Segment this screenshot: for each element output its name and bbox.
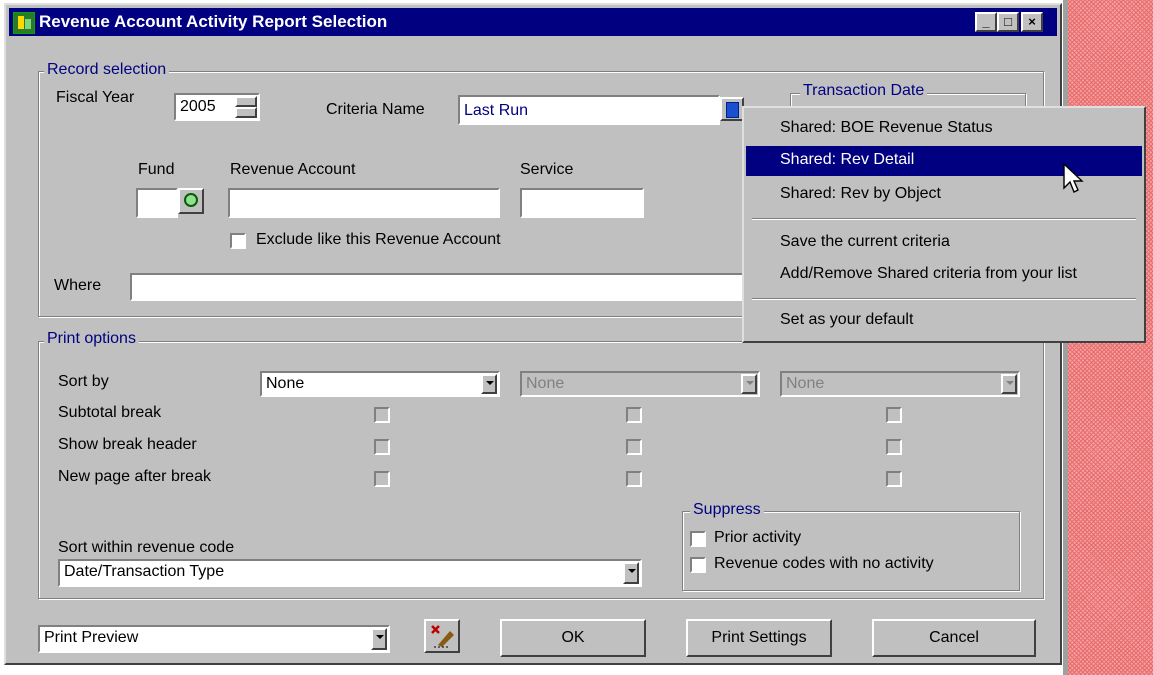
sort-by-value-3: None xyxy=(786,375,825,392)
fund-field[interactable] xyxy=(136,188,178,218)
criteria-name-field[interactable]: Last Run xyxy=(458,95,720,125)
cancel-button[interactable]: Cancel xyxy=(872,619,1036,657)
menu-item-boe-revenue-status[interactable]: Shared: BOE Revenue Status xyxy=(746,114,1142,144)
where-label: Where xyxy=(54,277,102,294)
suppress-label: Suppress xyxy=(690,501,764,519)
no-activity-checkbox[interactable] xyxy=(690,557,706,573)
criteria-menu: Shared: BOE Revenue Status Shared: Rev D… xyxy=(742,106,1146,343)
suppress-group xyxy=(682,511,1020,591)
spin-down-icon[interactable] xyxy=(235,107,257,118)
new-page-after-break-checkbox-2 xyxy=(626,471,642,487)
maximize-button[interactable]: □ xyxy=(997,12,1019,32)
exclude-label: Exclude like this Revenue Account xyxy=(256,231,501,248)
revenue-account-label: Revenue Account xyxy=(230,161,356,178)
new-page-after-break-label: New page after break xyxy=(58,468,211,485)
ok-button[interactable]: OK xyxy=(500,619,646,657)
print-settings-button[interactable]: Print Settings xyxy=(686,619,832,657)
fund-label: Fund xyxy=(138,161,175,178)
menu-item-save-criteria[interactable]: Save the current criteria xyxy=(746,228,1142,258)
record-selection-label: Record selection xyxy=(44,61,170,79)
menu-item-add-remove-shared[interactable]: Add/Remove Shared criteria from your lis… xyxy=(746,260,1142,290)
prior-activity-label: Prior activity xyxy=(714,529,802,546)
cancel-button-label: Cancel xyxy=(929,629,979,646)
sort-by-select-1[interactable]: None xyxy=(260,371,500,397)
service-label: Service xyxy=(520,161,574,178)
chevron-down-icon[interactable] xyxy=(371,628,387,650)
new-page-after-break-checkbox-1 xyxy=(374,471,390,487)
menu-separator xyxy=(752,298,1136,300)
menu-item-set-default[interactable]: Set as your default xyxy=(746,306,1142,336)
show-break-header-label: Show break header xyxy=(58,436,197,453)
sort-by-label: Sort by xyxy=(58,373,109,390)
fund-lookup-button[interactable] xyxy=(178,188,204,214)
no-activity-label: Revenue codes with no activity xyxy=(714,555,934,572)
subtotal-break-checkbox-3 xyxy=(886,407,902,423)
service-field[interactable] xyxy=(520,188,644,218)
criteria-name-label: Criteria Name xyxy=(326,101,425,118)
show-break-header-checkbox-1 xyxy=(374,439,390,455)
print-options-label: Print options xyxy=(44,330,139,348)
output-value: Print Preview xyxy=(44,629,139,646)
criteria-list-icon xyxy=(726,102,739,118)
sort-within-select[interactable]: Date/Transaction Type xyxy=(58,559,642,587)
subtotal-break-label: Subtotal break xyxy=(58,404,162,421)
criteria-menu-button[interactable] xyxy=(720,97,744,121)
chevron-down-icon xyxy=(741,374,757,394)
eraser-icon xyxy=(431,625,454,648)
fiscal-year-spinner[interactable]: 2005 xyxy=(174,93,260,121)
prior-activity-checkbox[interactable] xyxy=(690,531,706,547)
clear-criteria-button[interactable] xyxy=(424,619,460,653)
sort-within-label: Sort within revenue code xyxy=(58,539,235,556)
spin-up-icon[interactable] xyxy=(235,96,257,107)
app-icon xyxy=(13,12,35,34)
exclude-checkbox[interactable] xyxy=(230,233,246,249)
fiscal-year-label: Fiscal Year xyxy=(56,89,135,106)
transaction-date-label: Transaction Date xyxy=(800,82,928,100)
show-break-header-checkbox-3 xyxy=(886,439,902,455)
chevron-down-icon[interactable] xyxy=(623,562,639,584)
window-title: Revenue Account Activity Report Selectio… xyxy=(39,12,388,31)
revenue-account-field[interactable] xyxy=(228,188,500,218)
title-bar[interactable]: Revenue Account Activity Report Selectio… xyxy=(9,8,1057,36)
sort-by-select-3: None xyxy=(780,371,1020,397)
ok-button-label: OK xyxy=(561,629,585,646)
subtotal-break-checkbox-1 xyxy=(374,407,390,423)
sort-by-select-2: None xyxy=(520,371,760,397)
menu-separator xyxy=(752,218,1136,220)
new-page-after-break-checkbox-3 xyxy=(886,471,902,487)
show-break-header-checkbox-2 xyxy=(626,439,642,455)
close-button[interactable]: × xyxy=(1021,12,1043,32)
sort-within-value: Date/Transaction Type xyxy=(64,563,225,580)
print-settings-button-label: Print Settings xyxy=(711,629,807,646)
criteria-name-value: Last Run xyxy=(464,102,529,119)
magnifier-icon xyxy=(184,193,198,207)
mouse-cursor-icon xyxy=(1063,162,1084,193)
chevron-down-icon xyxy=(1001,374,1017,394)
minimize-button[interactable]: _ xyxy=(975,12,997,32)
subtotal-break-checkbox-2 xyxy=(626,407,642,423)
sort-by-value-2: None xyxy=(526,375,565,392)
chevron-down-icon[interactable] xyxy=(481,374,497,394)
output-select[interactable]: Print Preview xyxy=(38,625,390,653)
fiscal-year-value: 2005 xyxy=(180,98,216,115)
sort-by-value-1: None xyxy=(266,375,305,392)
